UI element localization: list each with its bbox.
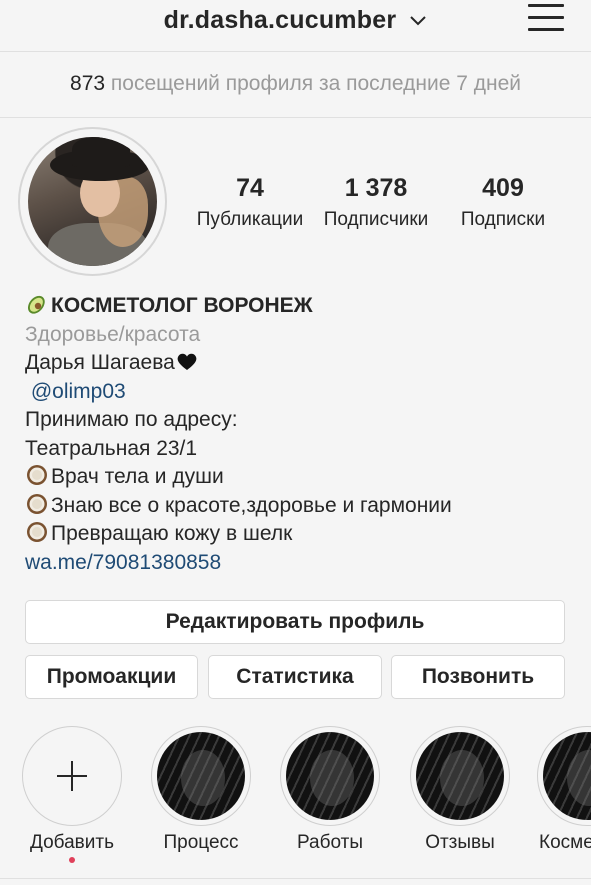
highlight-cover bbox=[286, 732, 374, 820]
profile-bio: КОСМЕТОЛОГ ВОРОНЕЖ Здоровье/красота Дарь… bbox=[25, 292, 585, 577]
posts-count-stat[interactable]: 74 Публикации bbox=[190, 174, 310, 231]
following-count: 409 bbox=[482, 174, 524, 202]
visits-count: 873 bbox=[70, 72, 106, 95]
bio-line-address: Театральная 23/1 bbox=[25, 436, 198, 460]
divider bbox=[0, 878, 591, 879]
edit-profile-button[interactable]: Редактировать профиль bbox=[25, 600, 565, 644]
highlight-item[interactable]: Отзывы bbox=[408, 726, 512, 854]
profile-avatar[interactable] bbox=[18, 127, 167, 276]
avocado-emoji-icon bbox=[27, 295, 45, 314]
followers-count-stat[interactable]: 1 378 Подписчики bbox=[315, 174, 437, 231]
website-link[interactable]: wa.me/79081380858 bbox=[25, 549, 585, 578]
bio-line-4: Знаю все о красоте,здоровье и гармонии bbox=[51, 493, 452, 517]
bio-line-5: Превращаю кожу в шелк bbox=[51, 522, 293, 545]
coconut-icon bbox=[27, 465, 47, 485]
account-switcher[interactable]: dr.dasha.cucumber bbox=[0, 6, 591, 35]
profile-category: Здоровье/красота bbox=[25, 322, 201, 346]
following-label: Подписки bbox=[460, 209, 546, 230]
profile-display-name: КОСМЕТОЛОГ ВОРОНЕЖ bbox=[51, 294, 313, 317]
highlight-item[interactable]: Процесс bbox=[149, 726, 253, 854]
coconut-icon bbox=[27, 493, 47, 514]
posts-label: Публикации bbox=[196, 209, 304, 230]
following-count-stat[interactable]: 409 Подписки bbox=[445, 174, 561, 231]
visits-text: посещений профиля за последние 7 дней bbox=[110, 72, 521, 95]
plus-icon bbox=[57, 761, 87, 791]
promotions-button[interactable]: Промоакции bbox=[25, 655, 198, 699]
highlight-label: Отзывы bbox=[425, 832, 495, 853]
followers-label: Подписчики bbox=[323, 209, 429, 230]
mention-link[interactable]: @olimp03 bbox=[31, 380, 126, 403]
username-label: dr.dasha.cucumber bbox=[163, 6, 397, 34]
top-bar: dr.dasha.cucumber bbox=[0, 0, 591, 52]
highlight-label: Косме bbox=[539, 832, 591, 853]
statistics-button[interactable]: Статистика bbox=[208, 655, 382, 699]
call-button[interactable]: Позвонить bbox=[391, 655, 565, 699]
followers-count: 1 378 bbox=[344, 174, 408, 202]
bio-line-3: Врач тела и души bbox=[51, 465, 224, 488]
profile-visits-banner[interactable]: 873 посещений профиля за последние 7 дне… bbox=[0, 52, 591, 118]
highlight-item[interactable]: Косме bbox=[537, 726, 591, 854]
highlight-label: Процесс bbox=[163, 832, 239, 853]
highlight-label: Работы bbox=[297, 832, 363, 853]
highlight-cover bbox=[416, 732, 504, 820]
black-heart-icon bbox=[177, 353, 197, 370]
hamburger-menu-icon[interactable] bbox=[528, 4, 564, 34]
avatar-image bbox=[28, 137, 157, 266]
highlight-item[interactable]: Работы bbox=[278, 726, 382, 854]
new-indicator-dot bbox=[69, 857, 75, 863]
add-highlight-circle bbox=[22, 726, 122, 826]
posts-count: 74 bbox=[236, 174, 264, 202]
bio-line-address-label: Принимаю по адресу: bbox=[25, 408, 238, 431]
coconut-icon bbox=[27, 522, 47, 542]
highlight-cover bbox=[543, 732, 591, 820]
full-name: Дарья Шагаева bbox=[25, 351, 175, 374]
highlight-cover bbox=[157, 732, 245, 820]
highlight-label: Добавить bbox=[30, 832, 114, 853]
highlight-add[interactable]: Добавить bbox=[20, 726, 124, 854]
chevron-down-icon bbox=[410, 16, 427, 26]
